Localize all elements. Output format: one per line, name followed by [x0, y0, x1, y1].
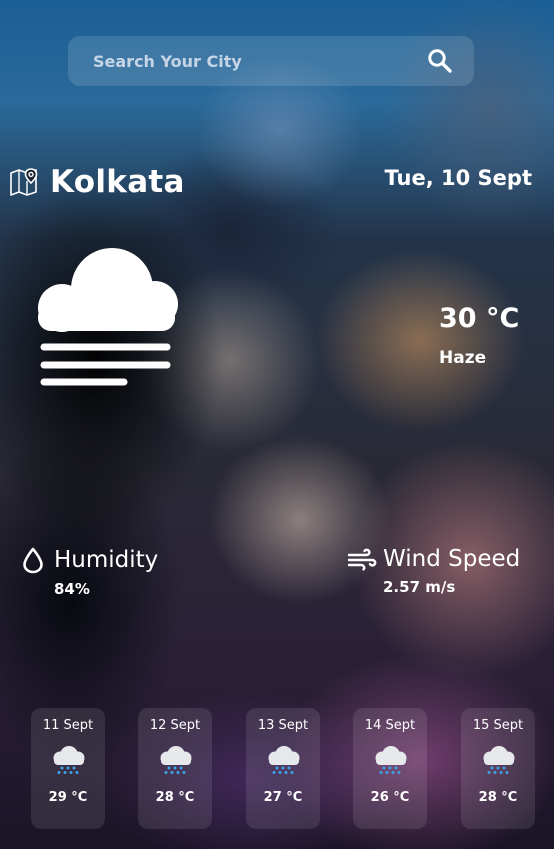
- humidity-stat: Humidity 84%: [20, 546, 158, 598]
- wind-stat: Wind Speed 2.57 m/s: [347, 546, 520, 596]
- humidity-value: 84%: [54, 580, 90, 598]
- current-condition: Haze: [439, 348, 487, 368]
- forecast-date: 12 Sept: [149, 718, 201, 733]
- forecast-date: 14 Sept: [364, 718, 416, 733]
- wind-value: 2.57 m/s: [383, 578, 456, 596]
- forecast-date: 15 Sept: [472, 718, 524, 733]
- forecast-date: 11 Sept: [42, 718, 94, 733]
- forecast-card[interactable]: 13 Sept 27 °C: [246, 708, 320, 829]
- city-name: Kolkata: [50, 164, 185, 200]
- current-date: Tue, 10 Sept: [384, 166, 532, 190]
- search-input[interactable]: [68, 36, 418, 86]
- current-temperature: 30 °C: [439, 303, 520, 334]
- forecast-card[interactable]: 12 Sept 28 °C: [138, 708, 212, 829]
- forecast-card[interactable]: 11 Sept 29 °C: [31, 708, 105, 829]
- forecast-temperature: 28 °C: [155, 790, 195, 805]
- haze-icon: [38, 248, 178, 386]
- wind-label: Wind Speed: [383, 546, 521, 572]
- rain-cloud-icon: [483, 746, 515, 774]
- droplet-icon: [23, 547, 43, 574]
- forecast-temperature: 29 °C: [48, 790, 88, 805]
- wind-icon: [347, 548, 377, 571]
- forecast-temperature: 27 °C: [263, 790, 303, 805]
- forecast-date: 13 Sept: [257, 718, 309, 733]
- forecast-card[interactable]: 14 Sept 26 °C: [353, 708, 427, 829]
- forecast-card[interactable]: 15 Sept 28 °C: [461, 708, 535, 829]
- forecast-temperature: 28 °C: [478, 790, 518, 805]
- forecast-temperature: 26 °C: [370, 790, 410, 805]
- humidity-label: Humidity: [54, 547, 159, 573]
- location: Kolkata: [9, 164, 185, 200]
- map-pin-icon: [10, 168, 38, 196]
- rain-cloud-icon: [268, 746, 300, 774]
- search-button[interactable]: [418, 39, 462, 83]
- rain-cloud-icon: [160, 746, 192, 774]
- search-icon: [428, 49, 452, 73]
- rain-cloud-icon: [375, 746, 407, 774]
- search-bar: [68, 36, 474, 86]
- rain-cloud-icon: [53, 746, 85, 774]
